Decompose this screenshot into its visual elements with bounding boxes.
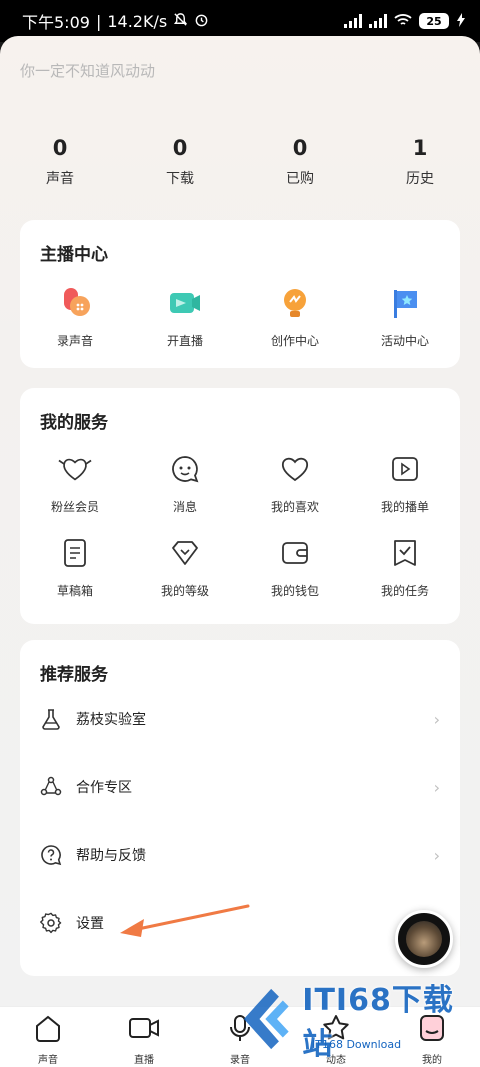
anchor-item-label: 活动中心 — [380, 334, 429, 348]
service-item-message[interactable]: 消息 — [130, 452, 240, 515]
tab-label: 声音 — [38, 1055, 58, 1066]
recommended-item-cooperation[interactable]: 合作专区 › — [40, 772, 440, 802]
message-icon — [168, 452, 202, 486]
alarm-icon — [194, 12, 209, 31]
mute-icon — [173, 12, 188, 31]
anchor-item-live[interactable]: 开直播 — [130, 286, 240, 349]
chevron-right-icon: › — [433, 777, 440, 797]
stat-value: 0 — [172, 136, 188, 160]
service-item-label: 我的等级 — [160, 584, 209, 598]
anchor-item-activity[interactable]: 活动中心 — [350, 286, 460, 349]
sound-tab-icon — [33, 1013, 63, 1047]
service-item-wallet[interactable]: 我的钱包 — [240, 536, 350, 599]
service-item-label: 我的任务 — [380, 584, 429, 598]
stat-label: 已购 — [286, 171, 314, 187]
chevron-right-icon: › — [433, 845, 440, 865]
watermark: ITI68下载站 IT168 Download — [240, 974, 480, 1064]
tab-sound[interactable]: 声音 — [0, 1007, 96, 1067]
recommended-item-label: 荔枝实验室 — [76, 712, 146, 728]
service-item-likes[interactable]: 我的喜欢 — [240, 452, 350, 515]
service-item-label: 草稿箱 — [56, 584, 93, 598]
live-tab-icon — [127, 1013, 161, 1047]
stat-label: 历史 — [406, 171, 434, 187]
stat-value: 0 — [52, 136, 68, 160]
status-time: 下午5:09 — [22, 13, 90, 32]
cooperation-icon — [40, 776, 62, 798]
activity-center-icon — [388, 286, 422, 320]
service-item-label: 消息 — [172, 500, 197, 514]
player-cover-art — [406, 921, 442, 957]
stat-history[interactable]: 1 历史 — [360, 136, 480, 188]
stat-value: 1 — [412, 136, 428, 160]
stat-sounds[interactable]: 0 声音 — [0, 136, 120, 188]
wallet-icon — [278, 536, 312, 570]
flask-icon — [40, 708, 62, 730]
stat-downloads[interactable]: 0 下载 — [120, 136, 240, 188]
anchor-item-label: 录声音 — [56, 334, 93, 348]
service-item-label: 我的钱包 — [270, 584, 319, 598]
wifi-icon — [394, 12, 412, 31]
stat-label: 声音 — [46, 171, 74, 187]
anchor-item-record[interactable]: 录声音 — [20, 286, 130, 349]
heart-icon — [278, 452, 312, 486]
status-separator: | — [95, 11, 102, 31]
service-item-task[interactable]: 我的任务 — [350, 536, 460, 599]
record-voice-icon — [58, 286, 92, 320]
recommended-item-help[interactable]: 帮助与反馈 › — [40, 840, 440, 870]
charging-icon — [456, 12, 466, 31]
stats-bar: 0 声音 0 下载 0 已购 1 历史 — [0, 136, 480, 188]
recommended-card: 推荐服务 荔枝实验室 › 合作专区 › 帮助与反馈 › 设置 — [20, 640, 460, 976]
stat-label: 下载 — [166, 171, 194, 187]
recommended-item-lab[interactable]: 荔枝实验室 › — [40, 704, 440, 734]
tab-label: 直播 — [134, 1055, 154, 1066]
watermark-subtext: IT168 Download — [312, 1038, 402, 1051]
network-speed: 14.2K/s — [107, 11, 168, 31]
battery-icon: 25 — [419, 13, 449, 29]
tab-live[interactable]: 直播 — [96, 1007, 192, 1067]
stat-purchased[interactable]: 0 已购 — [240, 136, 360, 188]
anchor-item-label: 开直播 — [166, 334, 203, 348]
my-services-title: 我的服务 — [40, 413, 108, 433]
anchor-item-creation[interactable]: 创作中心 — [240, 286, 350, 349]
fan-member-icon — [58, 452, 92, 486]
gear-icon — [40, 912, 62, 934]
playlist-icon — [388, 452, 422, 486]
service-item-fan-member[interactable]: 粉丝会员 — [20, 452, 130, 515]
recommended-item-label: 帮助与反馈 — [76, 848, 146, 864]
creation-center-icon — [278, 286, 312, 320]
signal-icon-2 — [369, 14, 387, 28]
anchor-item-label: 创作中心 — [270, 334, 319, 348]
service-item-drafts[interactable]: 草稿箱 — [20, 536, 130, 599]
signal-icon-1 — [344, 14, 362, 28]
anchor-center-card: 主播中心 录声音 开直播 创作中心 活动中心 — [20, 220, 460, 368]
app-content: 你一定不知道风动动 0 声音 0 下载 0 已购 1 历史 主播中心 录声音 开… — [0, 36, 480, 1067]
service-item-label: 我的播单 — [380, 500, 429, 514]
help-icon — [40, 844, 62, 866]
watermark-logo — [243, 988, 289, 1050]
annotation-arrow — [120, 904, 250, 937]
live-stream-icon — [168, 286, 202, 320]
stat-value: 0 — [292, 136, 308, 160]
profile-signature[interactable]: 你一定不知道风动动 — [20, 60, 155, 81]
recommended-title: 推荐服务 — [40, 665, 108, 685]
service-item-playlist[interactable]: 我的播单 — [350, 452, 460, 515]
anchor-center-title: 主播中心 — [40, 245, 108, 265]
drafts-icon — [58, 536, 92, 570]
floating-player-button[interactable] — [395, 910, 453, 968]
level-icon — [168, 536, 202, 570]
my-services-card: 我的服务 粉丝会员 消息 我的喜欢 我的播单 草稿箱 我的等级 我的钱包 我的任… — [20, 388, 460, 624]
service-item-level[interactable]: 我的等级 — [130, 536, 240, 599]
task-icon — [388, 536, 422, 570]
service-item-label: 我的喜欢 — [270, 500, 319, 514]
chevron-right-icon: › — [433, 709, 440, 729]
recommended-item-label: 合作专区 — [76, 780, 132, 796]
service-item-label: 粉丝会员 — [50, 500, 99, 514]
